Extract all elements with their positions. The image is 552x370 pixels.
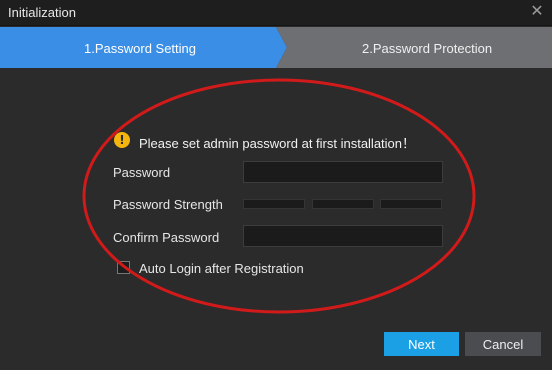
confirm-password-input[interactable] xyxy=(243,225,443,247)
confirm-password-label: Confirm Password xyxy=(113,230,220,245)
next-button[interactable]: Next xyxy=(384,332,459,356)
password-label: Password xyxy=(113,165,171,180)
tab-password-protection: 2.Password Protection xyxy=(362,41,493,56)
password-input[interactable] xyxy=(243,161,443,183)
tab-password-setting: 1.Password Setting xyxy=(84,41,197,56)
step-indicator: 1.Password Setting 2.Password Protection xyxy=(0,27,552,68)
auto-login-label: Auto Login after Registration xyxy=(139,261,304,276)
cancel-button[interactable]: Cancel xyxy=(465,332,541,356)
close-icon[interactable]: ✕ xyxy=(528,2,546,22)
title-bar: Initialization ✕ xyxy=(0,0,552,26)
strength-segment-3 xyxy=(380,199,442,209)
window-title: Initialization xyxy=(8,5,76,20)
notice-text: Please set admin password at first insta… xyxy=(139,136,416,151)
strength-segment-1 xyxy=(243,199,305,209)
warning-icon: ! xyxy=(114,132,130,148)
auto-login-checkbox[interactable] xyxy=(117,261,130,274)
password-strength-label: Password Strength xyxy=(113,197,223,212)
initialization-dialog: Initialization ✕ 1.Password Setting 2.Pa… xyxy=(0,0,552,370)
strength-segment-2 xyxy=(312,199,374,209)
